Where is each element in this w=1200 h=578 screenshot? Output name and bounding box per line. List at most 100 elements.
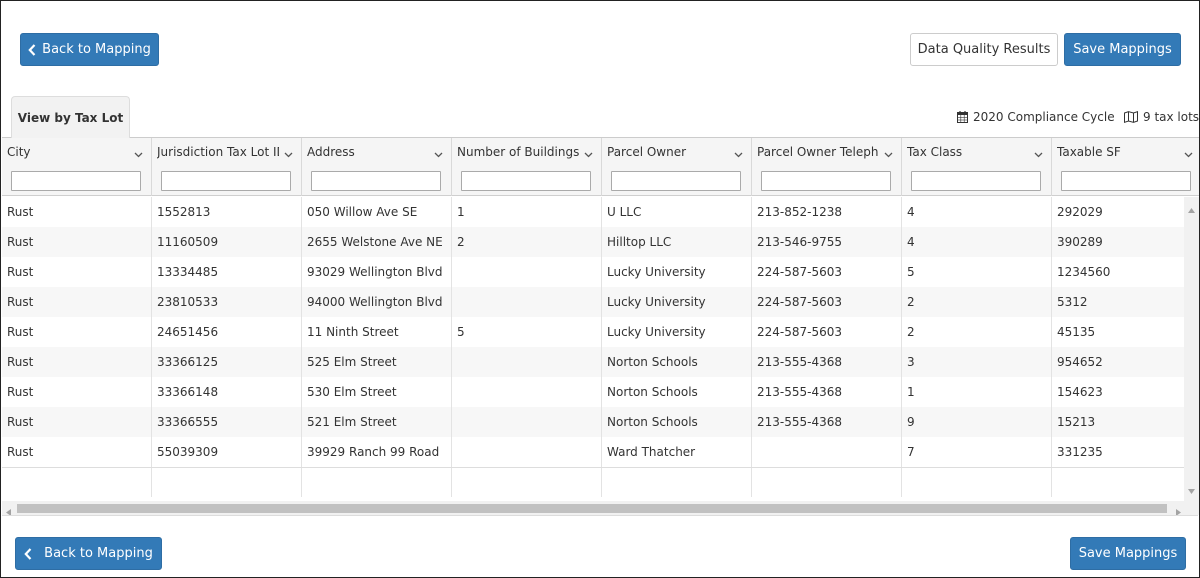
column-header-title[interactable]: Parcel Owner <box>607 145 729 159</box>
column-filter-input[interactable] <box>461 171 591 191</box>
table-cell[interactable]: 331235 <box>1052 437 1199 467</box>
table-cell[interactable] <box>452 407 602 437</box>
chevron-down-icon[interactable] <box>284 147 293 161</box>
table-cell[interactable]: Norton Schools <box>602 377 752 407</box>
table-cell[interactable]: 93029 Wellington Blvd <box>302 257 452 287</box>
table-cell[interactable] <box>452 347 602 377</box>
vertical-scrollbar[interactable] <box>1184 197 1199 501</box>
table-cell[interactable]: 4 <box>902 197 1052 227</box>
table-cell[interactable]: Rust <box>2 347 152 377</box>
table-cell[interactable]: 11 Ninth Street <box>302 317 452 347</box>
table-cell[interactable]: 7 <box>902 437 1052 467</box>
column-header-title[interactable]: Tax Class <box>907 145 1029 159</box>
table-cell[interactable]: Rust <box>2 317 152 347</box>
table-cell[interactable]: 5312 <box>1052 287 1199 317</box>
table-cell[interactable]: 45135 <box>1052 317 1199 347</box>
column-filter-input[interactable] <box>911 171 1041 191</box>
column-header[interactable]: Parcel Owner <box>602 138 752 196</box>
save-mappings-button[interactable]: Save Mappings <box>1064 33 1181 66</box>
table-cell[interactable]: 213-546-9755 <box>752 227 902 257</box>
table-cell[interactable]: Rust <box>2 287 152 317</box>
table-cell[interactable]: 39929 Ranch 99 Road <box>302 437 452 467</box>
horizontal-scrollbar[interactable] <box>2 501 1199 515</box>
table-cell[interactable]: 2 <box>902 287 1052 317</box>
table-cell[interactable]: U LLC <box>602 197 752 227</box>
column-header-title[interactable]: Parcel Owner Telephone <box>757 145 879 159</box>
tab-view-by-tax-lot[interactable]: View by Tax Lot <box>11 96 130 138</box>
table-cell[interactable]: 521 Elm Street <box>302 407 452 437</box>
table-cell[interactable]: 3 <box>902 347 1052 377</box>
table-cell[interactable]: 5 <box>902 257 1052 287</box>
column-header[interactable]: City <box>2 138 152 196</box>
table-cell[interactable]: 23810533 <box>152 287 302 317</box>
table-cell[interactable]: 292029 <box>1052 197 1199 227</box>
column-header[interactable]: Tax Class <box>902 138 1052 196</box>
table-cell[interactable]: 2655 Welstone Ave NE <box>302 227 452 257</box>
table-cell[interactable]: Lucky University <box>602 287 752 317</box>
table-cell[interactable]: 5 <box>452 317 602 347</box>
table-cell[interactable] <box>752 437 902 467</box>
chevron-down-icon[interactable] <box>1184 147 1193 161</box>
column-header-title[interactable]: Taxable SF <box>1057 145 1179 159</box>
column-header[interactable]: Jurisdiction Tax Lot ID <box>152 138 302 196</box>
table-cell[interactable]: Rust <box>2 437 152 467</box>
column-header-title[interactable]: Address <box>307 145 429 159</box>
table-cell[interactable]: 55039309 <box>152 437 302 467</box>
column-filter-input[interactable] <box>311 171 441 191</box>
table-cell[interactable] <box>452 287 602 317</box>
table-cell[interactable]: 1 <box>902 377 1052 407</box>
table-row[interactable]: Rust 55039309 39929 Ranch 99 Road Ward That… <box>2 437 1199 467</box>
table-row[interactable]: Rust 23810533 94000 Wellington Blvd Lucky U… <box>2 287 1199 317</box>
table-cell[interactable]: 9 <box>902 407 1052 437</box>
table-row[interactable]: Rust 1552813 050 Willow Ave SE 1 U LLC 213-85… <box>2 197 1199 227</box>
table-row[interactable]: Rust 33366125 525 Elm Street Norton Schools… <box>2 347 1199 377</box>
column-filter-input[interactable] <box>761 171 891 191</box>
column-header[interactable]: Parcel Owner Telephone <box>752 138 902 196</box>
table-cell[interactable]: 050 Willow Ave SE <box>302 197 452 227</box>
scroll-up-icon[interactable] <box>1188 202 1195 216</box>
chevron-down-icon[interactable] <box>884 147 893 161</box>
table-cell[interactable]: Ward Thatcher <box>602 437 752 467</box>
table-cell[interactable]: 11160509 <box>152 227 302 257</box>
table-cell[interactable]: 1552813 <box>152 197 302 227</box>
column-header[interactable]: Taxable SF <box>1052 138 1199 196</box>
table-cell[interactable]: 224-587-5603 <box>752 287 902 317</box>
table-cell[interactable]: 525 Elm Street <box>302 347 452 377</box>
table-cell[interactable]: 213-555-4368 <box>752 407 902 437</box>
table-cell[interactable]: Norton Schools <box>602 347 752 377</box>
table-cell[interactable]: Rust <box>2 407 152 437</box>
table-cell[interactable]: Hilltop LLC <box>602 227 752 257</box>
column-header[interactable]: Address <box>302 138 452 196</box>
table-cell[interactable]: 1 <box>452 197 602 227</box>
table-cell[interactable]: 154623 <box>1052 377 1199 407</box>
table-cell[interactable]: Rust <box>2 257 152 287</box>
table-cell[interactable]: 13334485 <box>152 257 302 287</box>
column-filter-input[interactable] <box>1061 171 1191 191</box>
table-cell[interactable]: 530 Elm Street <box>302 377 452 407</box>
chevron-down-icon[interactable] <box>734 147 743 161</box>
table-row[interactable]: Rust 33366148 530 Elm Street Norton Schools… <box>2 377 1199 407</box>
footer-back-to-mapping-button[interactable]: Back to Mapping <box>15 537 162 570</box>
table-cell[interactable]: 2 <box>452 227 602 257</box>
table-row[interactable]: Rust 33366555 521 Elm Street Norton Schools… <box>2 407 1199 437</box>
table-cell[interactable]: Lucky University <box>602 317 752 347</box>
table-row[interactable]: Rust 24651456 11 Ninth Street 5 Lucky Univer… <box>2 317 1199 347</box>
table-cell[interactable]: 213-555-4368 <box>752 347 902 377</box>
table-cell[interactable]: 1234560 <box>1052 257 1199 287</box>
table-cell[interactable] <box>452 437 602 467</box>
back-to-mapping-button[interactable]: Back to Mapping <box>20 33 159 66</box>
scroll-right-icon[interactable] <box>1176 505 1181 515</box>
chevron-down-icon[interactable] <box>134 147 143 161</box>
table-cell[interactable]: Rust <box>2 227 152 257</box>
column-filter-input[interactable] <box>611 171 741 191</box>
table-row[interactable]: Rust 13334485 93029 Wellington Blvd Lucky U… <box>2 257 1199 287</box>
table-cell[interactable]: 15213 <box>1052 407 1199 437</box>
table-cell[interactable]: 4 <box>902 227 1052 257</box>
chevron-down-icon[interactable] <box>584 147 593 161</box>
table-cell[interactable] <box>452 257 602 287</box>
table-cell[interactable]: 33366555 <box>152 407 302 437</box>
column-header-title[interactable]: Jurisdiction Tax Lot ID <box>157 145 279 159</box>
column-filter-input[interactable] <box>11 171 141 191</box>
table-cell[interactable]: 954652 <box>1052 347 1199 377</box>
table-cell[interactable]: Lucky University <box>602 257 752 287</box>
